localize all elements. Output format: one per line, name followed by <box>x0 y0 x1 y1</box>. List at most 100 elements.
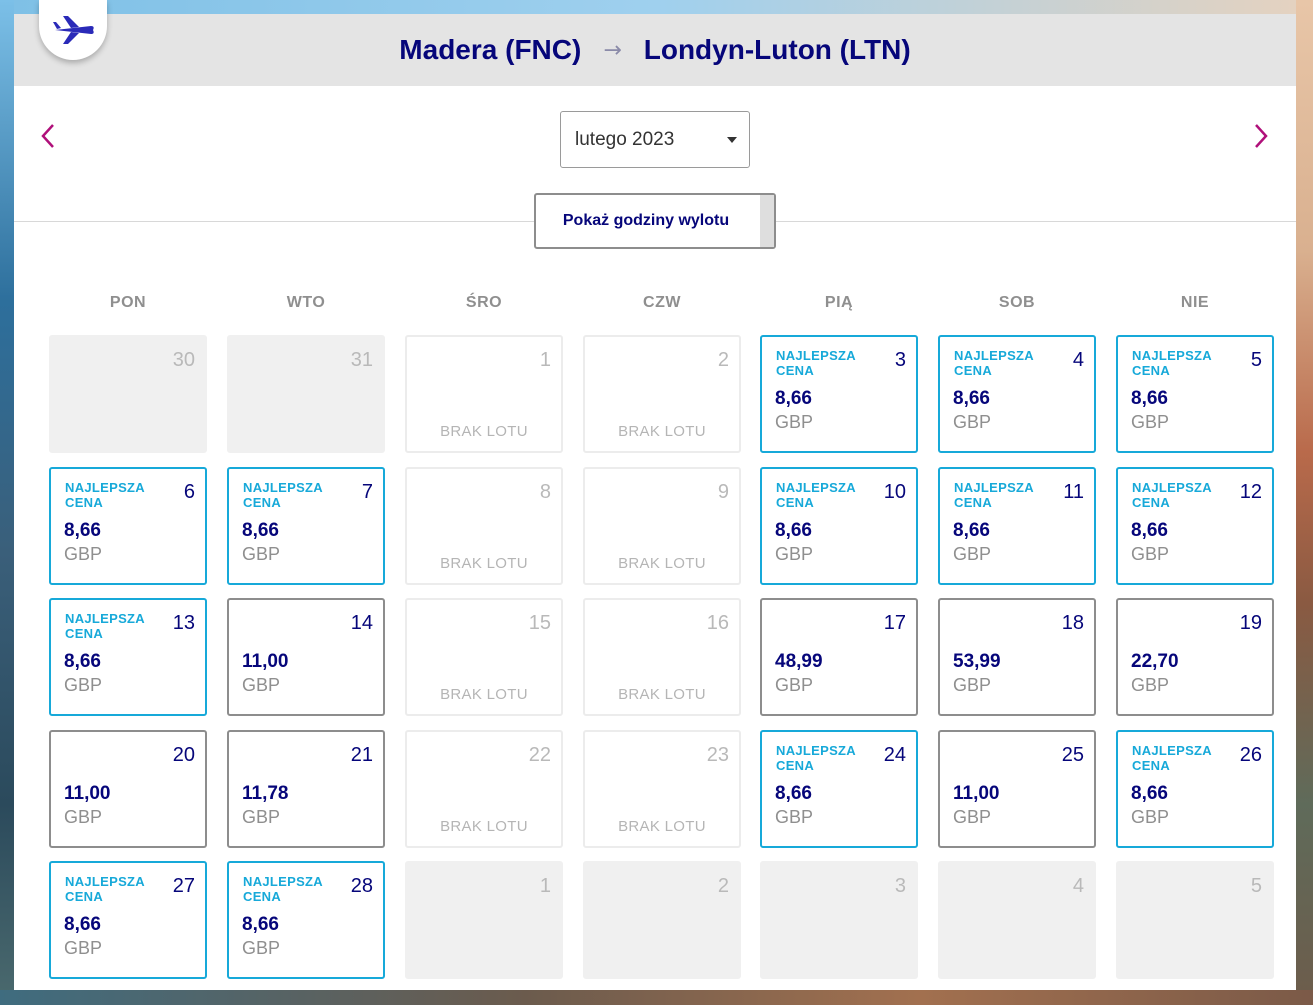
day-number: 16 <box>706 612 729 634</box>
calendar-day-cell: 5 <box>1116 861 1274 979</box>
fare-currency: GBP <box>242 938 281 958</box>
route-arrow-icon: → <box>603 37 622 63</box>
best-price-badge: NAJLEPSZA CENA <box>954 348 1034 378</box>
fare-currency: GBP <box>775 675 814 695</box>
fare-currency: GBP <box>64 544 103 564</box>
weekday-header-row: PON WTO ŚRO CZW PIĄ SOB NIE <box>49 294 1274 314</box>
show-departure-hours-button[interactable]: Pokaż godziny wylotu <box>534 193 776 249</box>
fare-currency: GBP <box>64 807 103 827</box>
calendar-day-cell: 9 BRAK LOTU <box>583 467 741 585</box>
fare-currency: GBP <box>775 412 814 432</box>
day-number: 4 <box>1072 875 1084 897</box>
fare-price: 8,66 <box>953 520 990 541</box>
weekday-sat: SOB <box>998 294 1036 311</box>
calendar-day-cell[interactable]: 3 NAJLEPSZA CENA 8,66 GBP <box>760 335 918 453</box>
day-number: 26 <box>1239 744 1262 766</box>
calendar-day-cell[interactable]: 7 NAJLEPSZA CENA 8,66 GBP <box>227 467 385 585</box>
button-scroll-stub <box>760 195 774 247</box>
day-number: 30 <box>172 349 195 371</box>
weekday-thu: CZW <box>643 294 681 311</box>
calendar-day-cell[interactable]: 18 53,99 GBP <box>938 598 1096 716</box>
fare-price: 48,99 <box>775 651 823 672</box>
day-number: 31 <box>350 349 373 371</box>
calendar-day-cell[interactable]: 4 NAJLEPSZA CENA 8,66 GBP <box>938 335 1096 453</box>
fare-currency: GBP <box>1131 412 1170 432</box>
calendar-day-cell: 4 <box>938 861 1096 979</box>
fare-price: 8,66 <box>775 388 812 409</box>
calendar-day-cell[interactable]: 25 11,00 GBP <box>938 730 1096 848</box>
fare-price: 8,66 <box>775 783 812 804</box>
fare-price: 11,00 <box>242 651 289 672</box>
day-number: 9 <box>717 481 729 503</box>
fare-currency: GBP <box>64 675 103 695</box>
calendar-day-cell: 1 BRAK LOTU <box>405 335 563 453</box>
day-number: 12 <box>1239 481 1262 503</box>
no-flight-label: BRAK LOTU <box>618 555 706 572</box>
fare-currency: GBP <box>1131 544 1170 564</box>
fare-currency: GBP <box>775 807 814 827</box>
day-number: 2 <box>717 875 729 897</box>
calendar-day-cell[interactable]: 13 NAJLEPSZA CENA 8,66 GBP <box>49 598 207 716</box>
best-price-badge: NAJLEPSZA CENA <box>65 480 145 510</box>
background-photo-left <box>0 0 14 1005</box>
fare-price: 8,66 <box>64 520 101 541</box>
day-number: 5 <box>1250 349 1262 371</box>
fare-price: 8,66 <box>64 914 101 935</box>
calendar-day-cell[interactable]: 5 NAJLEPSZA CENA 8,66 GBP <box>1116 335 1274 453</box>
fare-price: 8,66 <box>64 651 101 672</box>
calendar-day-cell[interactable]: 19 22,70 GBP <box>1116 598 1274 716</box>
best-price-badge: NAJLEPSZA CENA <box>1132 348 1212 378</box>
calendar-day-cell[interactable]: 21 11,78 GBP <box>227 730 385 848</box>
day-number: 4 <box>1072 349 1084 371</box>
previous-month-chevron-left-icon[interactable] <box>36 122 60 158</box>
fare-currency: GBP <box>953 675 992 695</box>
calendar-day-cell[interactable]: 17 48,99 GBP <box>760 598 918 716</box>
fare-calendar-panel: Madera (FNC) → Londyn-Luton (LTN) lutego… <box>14 0 1296 990</box>
calendar-day-cell[interactable]: 24 NAJLEPSZA CENA 8,66 GBP <box>760 730 918 848</box>
calendar-day-cell[interactable]: 28 NAJLEPSZA CENA 8,66 GBP <box>227 861 385 979</box>
best-price-badge: NAJLEPSZA CENA <box>65 874 145 904</box>
fare-price: 8,66 <box>775 520 812 541</box>
calendar-day-cell: 22 BRAK LOTU <box>405 730 563 848</box>
day-number: 28 <box>350 875 373 897</box>
calendar-day-cell[interactable]: 27 NAJLEPSZA CENA 8,66 GBP <box>49 861 207 979</box>
fare-price: 8,66 <box>1131 520 1168 541</box>
fare-currency: GBP <box>775 544 814 564</box>
fare-currency: GBP <box>242 807 281 827</box>
weekday-tue: WTO <box>286 294 326 311</box>
calendar-day-cell[interactable]: 6 NAJLEPSZA CENA 8,66 GBP <box>49 467 207 585</box>
day-number: 11 <box>1063 481 1084 503</box>
day-number: 1 <box>539 349 551 371</box>
background-photo-top <box>0 0 1313 14</box>
day-number: 17 <box>883 612 906 634</box>
fare-price: 11,00 <box>64 783 111 804</box>
day-number: 7 <box>361 481 373 503</box>
month-select[interactable]: lutego 2023 <box>560 111 750 168</box>
calendar-day-cell: 23 BRAK LOTU <box>583 730 741 848</box>
calendar-day-cell[interactable]: 10 NAJLEPSZA CENA 8,66 GBP <box>760 467 918 585</box>
weekday-wed: ŚRO <box>465 294 503 311</box>
day-number: 21 <box>350 744 373 766</box>
calendar-day-cell[interactable]: 26 NAJLEPSZA CENA 8,66 GBP <box>1116 730 1274 848</box>
day-number: 27 <box>172 875 195 897</box>
calendar-day-cell: 8 BRAK LOTU <box>405 467 563 585</box>
best-price-badge: NAJLEPSZA CENA <box>1132 743 1212 773</box>
calendar-day-cell[interactable]: 14 11,00 GBP <box>227 598 385 716</box>
calendar-day-cell[interactable]: 20 11,00 GBP <box>49 730 207 848</box>
day-number: 25 <box>1061 744 1084 766</box>
no-flight-label: BRAK LOTU <box>618 686 706 703</box>
calendar-day-cell: 2 BRAK LOTU <box>583 335 741 453</box>
calendar-day-cell[interactable]: 12 NAJLEPSZA CENA 8,66 GBP <box>1116 467 1274 585</box>
weekday-fri: PIĄ <box>824 294 854 311</box>
fare-price: 8,66 <box>242 914 279 935</box>
day-number: 20 <box>172 744 195 766</box>
origin-city: Madera (FNC) <box>399 34 582 65</box>
fare-price: 22,70 <box>1131 651 1179 672</box>
best-price-badge: NAJLEPSZA CENA <box>954 480 1034 510</box>
fare-price: 8,66 <box>242 520 279 541</box>
fare-price: 8,66 <box>1131 388 1168 409</box>
calendar-day-cell[interactable]: 11 NAJLEPSZA CENA 8,66 GBP <box>938 467 1096 585</box>
next-month-chevron-right-icon[interactable] <box>1249 122 1273 158</box>
calendar-day-cell: 15 BRAK LOTU <box>405 598 563 716</box>
day-number: 15 <box>528 612 551 634</box>
